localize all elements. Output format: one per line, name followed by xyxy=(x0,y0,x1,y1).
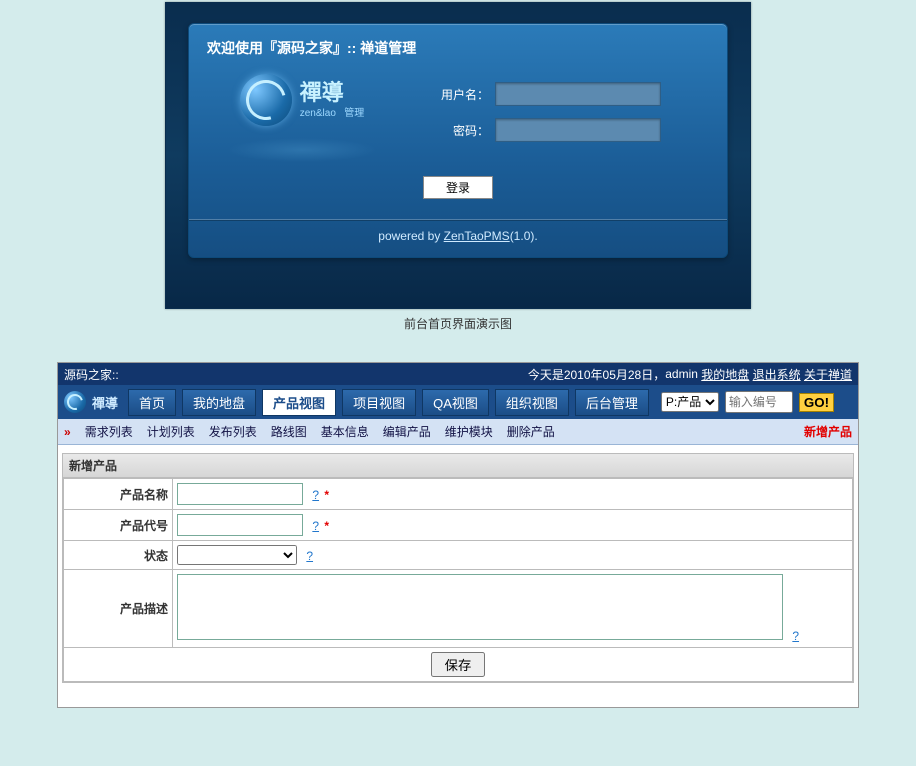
admin-logo-icon xyxy=(64,391,86,413)
required-mark: * xyxy=(322,488,329,502)
tab-org[interactable]: 组织视图 xyxy=(495,389,569,416)
logo-reflection xyxy=(227,138,377,162)
tab-home[interactable]: 首页 xyxy=(128,389,176,416)
topbar-link-logout[interactable]: 退出系统 xyxy=(753,366,801,383)
tab-admin[interactable]: 后台管理 xyxy=(575,389,649,416)
logo-icon xyxy=(240,74,292,126)
go-button[interactable]: GO! xyxy=(799,393,834,412)
label-status: 状态 xyxy=(64,541,173,570)
topbar-link-dashboard[interactable]: 我的地盘 xyxy=(701,366,749,383)
powered-by: powered by ZenTaoPMS(1.0). xyxy=(207,229,709,243)
username-input[interactable] xyxy=(495,82,661,106)
admin-window: 源码之家:: 今天是2010年05月28日， admin 我的地盘 退出系统 关… xyxy=(57,362,859,708)
subnav-item-requirements[interactable]: 需求列表 xyxy=(85,423,133,440)
subnav-item-plans[interactable]: 计划列表 xyxy=(147,423,195,440)
username-label: 用户名： xyxy=(417,86,495,103)
new-product-panel: 新增产品 产品名称 ? * 产品代号 xyxy=(62,453,854,683)
label-description: 产品描述 xyxy=(64,570,173,648)
login-body: 禪導 zen&lao 管理 用户名： 密码： xyxy=(207,74,709,162)
input-product-name[interactable] xyxy=(177,483,303,505)
admin-topbar: 源码之家:: 今天是2010年05月28日， admin 我的地盘 退出系统 关… xyxy=(58,363,858,385)
admin-main-nav: 禪導 首页 我的地盘 产品视图 项目视图 QA视图 组织视图 后台管理 P:产品… xyxy=(58,385,858,419)
topbar-date: 今天是2010年05月28日， xyxy=(528,366,665,383)
subnav-item-editproduct[interactable]: 编辑产品 xyxy=(383,423,431,440)
logo-text: 禪導 xyxy=(300,82,364,104)
sub-nav: » 需求列表 计划列表 发布列表 路线图 基本信息 编辑产品 维护模块 删除产品… xyxy=(58,419,858,445)
help-status[interactable]: ? xyxy=(300,549,313,563)
password-input[interactable] xyxy=(495,118,661,142)
panel-title: 新增产品 xyxy=(63,454,853,478)
textarea-description[interactable] xyxy=(177,574,783,640)
help-product-code[interactable]: ? xyxy=(306,519,319,533)
save-button[interactable]: 保存 xyxy=(431,652,486,677)
subnav-item-delete[interactable]: 删除产品 xyxy=(507,423,555,440)
input-product-code[interactable] xyxy=(177,514,303,536)
powered-link[interactable]: ZenTaoPMS xyxy=(444,229,510,243)
subnav-new-product[interactable]: 新增产品 xyxy=(804,423,852,440)
select-status[interactable] xyxy=(177,545,297,565)
product-selector[interactable]: P:产品 xyxy=(661,392,719,412)
topbar-link-about[interactable]: 关于禅道 xyxy=(804,366,852,383)
caption-frontpage-demo: 前台首页界面演示图 xyxy=(0,315,916,332)
login-window: 欢迎使用『源码之家』:: 禅道管理 禪導 zen&lao 管理 用户名： xyxy=(165,2,751,309)
tab-my[interactable]: 我的地盘 xyxy=(182,389,256,416)
subnav-item-basicinfo[interactable]: 基本信息 xyxy=(321,423,369,440)
login-form: 用户名： 密码： xyxy=(417,82,709,154)
id-input[interactable] xyxy=(725,391,793,413)
login-panel: 欢迎使用『源码之家』:: 禅道管理 禪導 zen&lao 管理 用户名： xyxy=(188,23,728,258)
topbar-brand: 源码之家:: xyxy=(64,366,119,383)
login-logo-column: 禪導 zen&lao 管理 xyxy=(207,74,397,162)
tab-product[interactable]: 产品视图 xyxy=(262,389,336,416)
login-title: 欢迎使用『源码之家』:: 禅道管理 xyxy=(207,38,709,58)
password-label: 密码： xyxy=(417,122,495,139)
help-product-name[interactable]: ? xyxy=(306,488,319,502)
label-product-code: 产品代号 xyxy=(64,510,173,541)
tab-qa[interactable]: QA视图 xyxy=(422,389,489,416)
subnav-item-roadmap[interactable]: 路线图 xyxy=(271,423,307,440)
admin-logo-text: 禪導 xyxy=(92,393,118,412)
topbar-user: admin xyxy=(665,367,698,381)
subnav-marker: » xyxy=(64,425,71,439)
subnav-item-releases[interactable]: 发布列表 xyxy=(209,423,257,440)
required-mark: * xyxy=(322,519,329,533)
login-button[interactable]: 登录 xyxy=(423,176,493,199)
label-product-name: 产品名称 xyxy=(64,479,173,510)
tab-project[interactable]: 项目视图 xyxy=(342,389,416,416)
subnav-item-modules[interactable]: 维护模块 xyxy=(445,423,493,440)
help-description[interactable]: ? xyxy=(786,629,799,643)
